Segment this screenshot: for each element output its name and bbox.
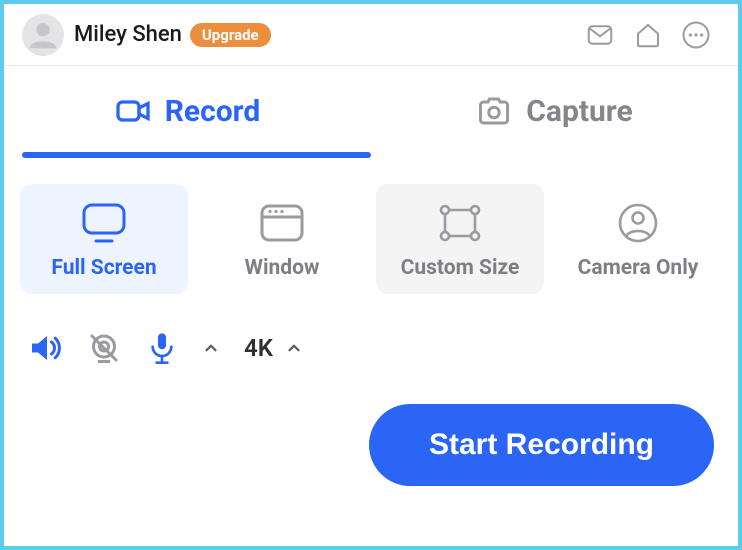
mode-full-screen[interactable]: Full Screen: [20, 184, 188, 294]
video-icon: [115, 93, 151, 129]
person-circle-icon: [616, 201, 660, 245]
avatar[interactable]: [22, 14, 64, 56]
tab-capture-label: Capture: [526, 94, 632, 129]
camera-icon: [476, 93, 512, 129]
webcam-toggle[interactable]: [86, 330, 122, 366]
mode-full-screen-label: Full Screen: [51, 256, 156, 280]
mode-camera-only[interactable]: Camera Only: [554, 184, 722, 294]
quality-label: 4K: [244, 334, 273, 362]
more-icon: [681, 20, 711, 50]
webcam-off-icon: [86, 330, 122, 366]
user-icon: [27, 19, 59, 51]
window-icon: [258, 202, 306, 244]
home-icon: [633, 20, 663, 50]
upgrade-button[interactable]: Upgrade: [190, 23, 271, 47]
speaker-toggle[interactable]: [26, 330, 62, 366]
mode-window-label: Window: [245, 256, 320, 280]
mode-camera-only-label: Camera Only: [578, 256, 699, 280]
tab-capture[interactable]: Capture: [371, 66, 738, 156]
tabs: Record Capture: [4, 66, 738, 156]
recording-modes: Full Screen Window Custom Size: [4, 156, 738, 302]
app-header: Miley Shen Upgrade: [4, 4, 738, 66]
tab-record-label: Record: [165, 94, 261, 129]
mode-custom-size[interactable]: Custom Size: [376, 184, 544, 294]
mode-custom-size-label: Custom Size: [401, 256, 520, 280]
more-button[interactable]: [676, 15, 716, 55]
crop-icon: [437, 202, 483, 244]
controls-row: 4K: [4, 302, 738, 366]
mail-button[interactable]: [580, 15, 620, 55]
username-label: Miley Shen: [74, 22, 182, 47]
microphone-toggle[interactable]: [146, 330, 178, 366]
chevron-up-icon: [285, 339, 303, 357]
quality-dropdown[interactable]: [285, 339, 303, 357]
start-row: Start Recording: [4, 366, 738, 486]
tab-record[interactable]: Record: [4, 66, 371, 156]
start-recording-button[interactable]: Start Recording: [369, 404, 714, 486]
microphone-icon: [146, 330, 178, 366]
monitor-icon: [78, 201, 130, 245]
mail-icon: [585, 20, 615, 50]
mode-window[interactable]: Window: [198, 184, 366, 294]
chevron-up-icon: [202, 339, 220, 357]
microphone-dropdown[interactable]: [202, 339, 220, 357]
speaker-icon: [26, 330, 62, 366]
home-button[interactable]: [628, 15, 668, 55]
